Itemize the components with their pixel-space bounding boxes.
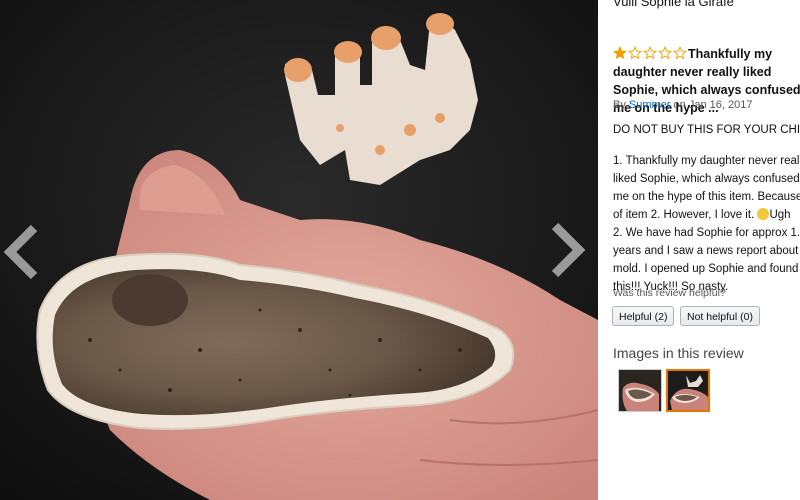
review-byline: By Summer on Jan 16, 2017 [613,99,752,111]
review-paragraph-2: 2. We have had Sophie for approx 1.5 yea… [613,227,800,293]
review-warning: DO NOT BUY THIS FOR YOUR CHILD! [613,124,800,136]
helpful-button[interactable]: Helpful (2) [612,306,675,326]
review-photo-viewer [0,0,598,500]
previous-image-button[interactable] [0,222,40,282]
thumbnail-1-image [619,370,661,411]
review-image-thumbnail[interactable] [618,369,662,412]
review-panel: Vulli Sophie la Girafe Thankfully my dau… [598,0,800,500]
review-date: on Jan 16, 2017 [673,99,753,111]
chevron-left-icon [3,224,38,280]
moldy-toy-photo [0,0,598,500]
next-image-button[interactable] [549,220,589,280]
by-prefix: By [613,99,626,111]
author-link[interactable]: Summer [629,99,671,111]
chevron-right-icon [551,222,586,278]
images-heading: Images in this review [613,345,744,361]
thumbnail-2-image [668,371,708,410]
disappointed-face-icon [757,208,770,220]
paragraph-1-end: Ugh [769,209,791,221]
product-title[interactable]: Vulli Sophie la Girafe [613,0,734,9]
review-body: 1. Thankfully my daughter never really l… [613,152,800,296]
review-paragraph-1: 1. Thankfully my daughter never really l… [613,152,800,224]
review-image-thumbnail-selected[interactable] [666,369,710,412]
helpful-question: Was this review helpful? [613,287,726,299]
not-helpful-button[interactable]: Not helpful (0) [680,306,760,326]
